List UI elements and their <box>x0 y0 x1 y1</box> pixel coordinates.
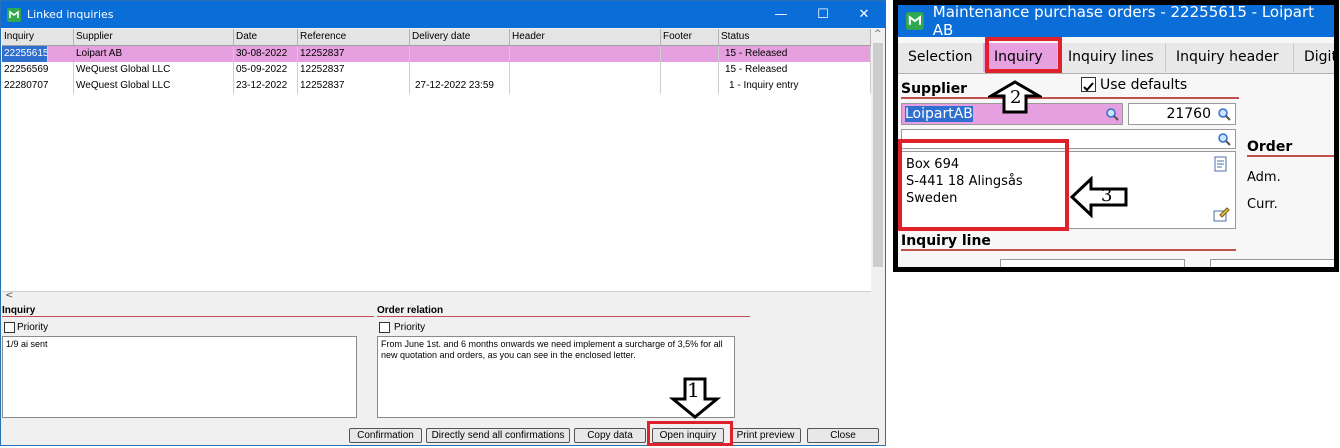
supplier-section-title: Supplier <box>901 81 1239 99</box>
maintenance-purchase-orders-window: Maintenance purchase orders - 22255615 -… <box>893 0 1339 272</box>
cell-date[interactable]: 30-08-2022 <box>234 46 298 62</box>
inquiries-grid: Inquiry Supplier Date Reference Delivery… <box>2 29 871 291</box>
cell-footer[interactable] <box>661 62 719 78</box>
cell-header[interactable] <box>510 46 661 62</box>
document-icon[interactable] <box>1212 155 1230 173</box>
inquiry-line-article-input[interactable] <box>1000 259 1185 267</box>
order-section-title: Order <box>1247 139 1334 157</box>
cell-inquiry[interactable]: 22256569 <box>2 62 74 78</box>
column-header-supplier[interactable]: Supplier <box>74 29 234 45</box>
app-logo-icon <box>7 7 21 22</box>
use-defaults-checkbox[interactable] <box>1081 77 1096 92</box>
supplier-name-value: LoipartAB <box>905 106 973 122</box>
cell-supplier[interactable]: WeQuest Global LLC <box>74 62 234 78</box>
close-window-button[interactable]: ✕ <box>844 1 884 28</box>
inquiry-note-scrollbar[interactable] <box>359 336 371 418</box>
window-title: Linked inquiries <box>27 8 114 21</box>
title-bar: Maintenance purchase orders - 22255615 -… <box>898 5 1334 39</box>
window-title: Maintenance purchase orders - 22255615 -… <box>932 5 1315 39</box>
column-header-date[interactable]: Date <box>234 29 298 45</box>
minimize-button[interactable]: — <box>761 1 801 28</box>
cell-supplier[interactable]: Loipart AB <box>74 46 234 62</box>
cell-reference[interactable]: 12252837 <box>298 62 410 78</box>
maximize-button[interactable]: ☐ <box>803 1 843 28</box>
cell-delivery-date[interactable] <box>410 46 510 62</box>
annotation-number-2: 2 <box>1010 87 1022 108</box>
cell-reference[interactable]: 12252837 <box>298 46 410 62</box>
inquiry-priority-label: Priority <box>17 322 49 333</box>
inquiry-line-section-title: Inquiry line <box>901 233 1236 251</box>
cell-footer[interactable] <box>661 78 719 94</box>
cell-date[interactable]: 23-12-2022 <box>234 78 298 94</box>
cell-delivery-date[interactable]: 27-12-2022 23:59 <box>410 78 510 94</box>
table-row[interactable]: 22280707 WeQuest Global LLC 23-12-2022 1… <box>2 78 871 94</box>
cell-date[interactable]: 05-09-2022 <box>234 62 298 78</box>
cell-header[interactable] <box>510 78 661 94</box>
confirmation-button[interactable]: Confirmation <box>349 428 422 443</box>
column-header-header[interactable]: Header <box>510 29 661 45</box>
print-preview-button[interactable]: Print preview <box>730 428 801 443</box>
linked-inquiries-window: Linked inquiries — ☐ ✕ Inquiry Supplier … <box>0 0 886 446</box>
column-header-status[interactable]: Status <box>719 29 871 45</box>
column-header-delivery-date[interactable]: Delivery date <box>410 29 510 45</box>
annotation-highlight-open-inquiry <box>647 421 733 446</box>
cell-supplier[interactable]: WeQuest Global LLC <box>74 78 234 94</box>
horizontal-scrollbar[interactable]: < <box>2 290 871 304</box>
column-header-inquiry[interactable]: Inquiry <box>2 29 74 45</box>
cell-inquiry[interactable]: 22255615 <box>2 46 48 62</box>
annotation-number-3: 3 <box>1101 185 1113 206</box>
cell-reference[interactable]: 12252837 <box>298 78 410 94</box>
title-bar: Linked inquiries — ☐ ✕ <box>1 1 885 28</box>
order-relation-note-scrollbar[interactable] <box>737 336 749 418</box>
order-relation-section-title: Order relation <box>377 305 750 317</box>
search-icon[interactable] <box>1105 107 1119 121</box>
column-header-reference[interactable]: Reference <box>298 29 410 45</box>
use-defaults-label: Use defaults <box>1100 77 1188 93</box>
annotation-highlight-address <box>898 139 1069 231</box>
cell-status[interactable]: 15 - Released <box>719 62 871 78</box>
order-relation-priority-label: Priority <box>394 322 426 333</box>
checkmark-icon <box>1083 82 1094 92</box>
order-relation-priority-checkbox[interactable] <box>379 322 390 333</box>
cell-header[interactable] <box>510 62 661 78</box>
cell-inquiry[interactable]: 22280707 <box>2 78 74 94</box>
copy-data-button[interactable]: Copy data <box>574 428 646 443</box>
adm-label: Adm. <box>1247 170 1281 185</box>
annotation-arrow-left-icon <box>1069 176 1128 218</box>
inquiry-section-title: Inquiry <box>2 305 374 317</box>
cell-status[interactable]: 1 - Inquiry entry <box>719 78 871 94</box>
inquiry-priority-checkbox[interactable] <box>4 322 15 333</box>
table-row[interactable]: 22256569 WeQuest Global LLC 05-09-2022 1… <box>2 62 871 78</box>
cell-delivery-date[interactable] <box>410 62 510 78</box>
close-button[interactable]: Close <box>807 428 879 443</box>
inquiry-line-extra-input[interactable] <box>1210 259 1334 267</box>
column-header-footer[interactable]: Footer <box>661 29 719 45</box>
tab-selection[interactable]: Selection <box>898 43 984 72</box>
curr-label: Curr. <box>1247 197 1278 212</box>
tab-digit[interactable]: Digit <box>1294 43 1334 72</box>
tab-inquiry-header[interactable]: Inquiry header <box>1166 43 1294 72</box>
annotation-highlight-inquiry-tab <box>985 37 1062 73</box>
search-icon[interactable] <box>1217 132 1231 146</box>
scroll-left-arrow-icon[interactable]: < <box>5 290 13 301</box>
grid-header: Inquiry Supplier Date Reference Delivery… <box>2 29 871 46</box>
vertical-scrollbar[interactable]: ^ <box>871 29 885 291</box>
table-row[interactable]: 22255615 Loipart AB 30-08-2022 12252837 … <box>2 46 871 62</box>
annotation-number-1: 1 <box>687 378 700 402</box>
app-logo-icon <box>906 12 924 30</box>
scrollbar-thumb[interactable] <box>873 43 883 267</box>
tab-inquiry-lines[interactable]: Inquiry lines <box>1058 43 1166 72</box>
send-all-confirmations-button[interactable]: Directly send all confirmations <box>426 428 570 443</box>
cell-footer[interactable] <box>661 46 719 62</box>
search-icon[interactable] <box>1217 107 1231 121</box>
inquiry-note-textarea[interactable]: 1/9 ai sent <box>2 336 357 418</box>
scroll-up-arrow-icon[interactable]: ^ <box>874 29 882 39</box>
cell-status[interactable]: 15 - Released <box>719 46 871 62</box>
tab-bar: Selection Inquiry Inquiry lines Inquiry … <box>898 43 1334 74</box>
edit-icon[interactable] <box>1212 205 1230 223</box>
